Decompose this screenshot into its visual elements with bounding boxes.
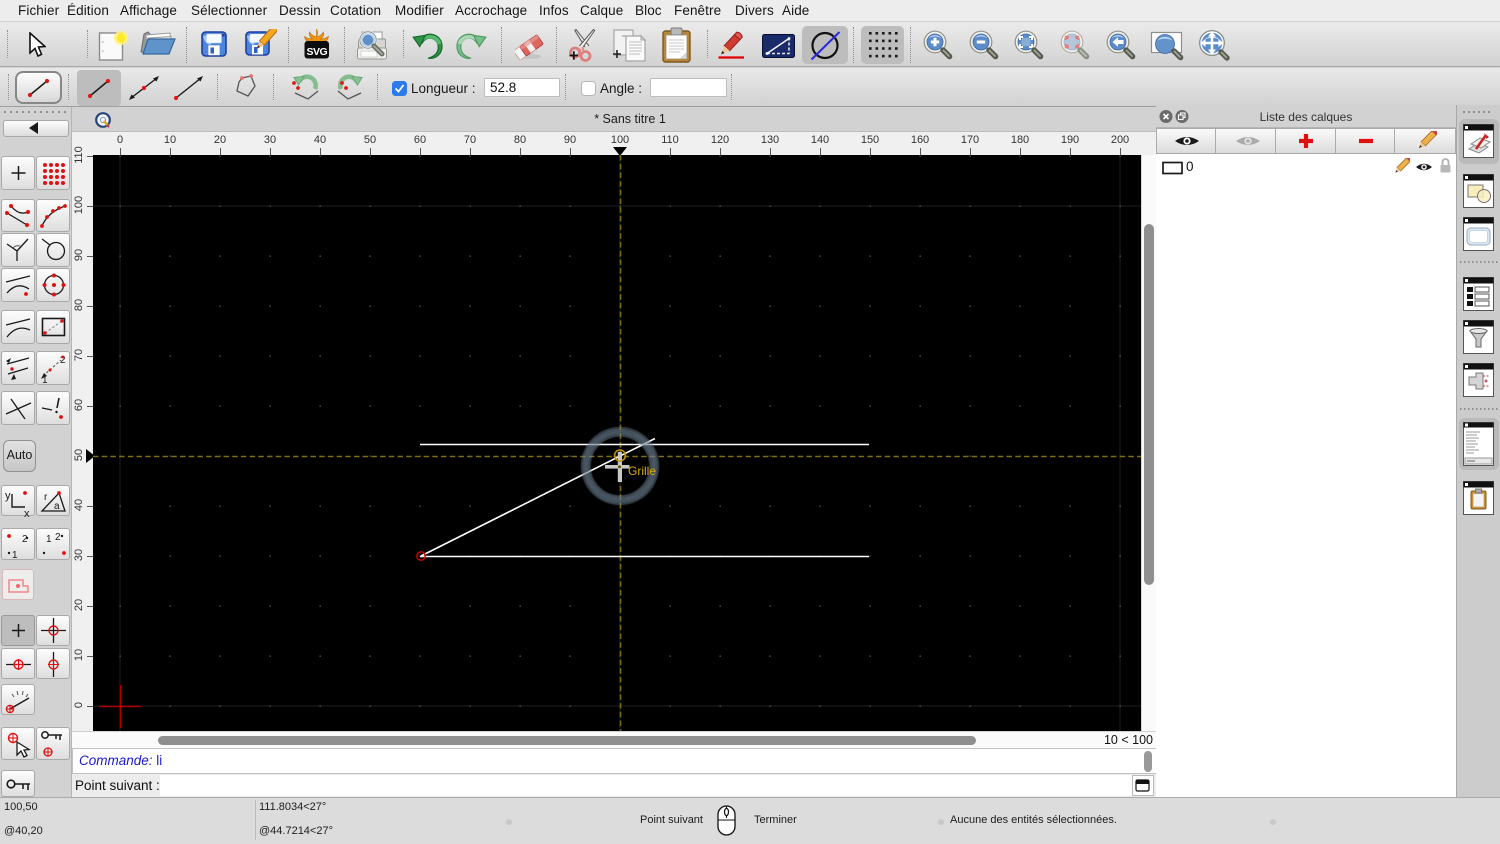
- svg-text:1: 1: [42, 375, 48, 384]
- svg-text:2: 2: [22, 534, 28, 545]
- svg-text:SVG: SVG: [306, 46, 327, 58]
- svg-text:a: a: [54, 501, 60, 512]
- svg-text:2: 2: [55, 532, 61, 543]
- svg-text:y: y: [5, 490, 11, 502]
- svg-text:1: 1: [46, 534, 52, 545]
- svg-text:Grille: Grille: [628, 464, 656, 478]
- svg-text:x: x: [24, 508, 30, 518]
- svg-text:r: r: [44, 492, 48, 503]
- svg-text:1: 1: [12, 550, 18, 561]
